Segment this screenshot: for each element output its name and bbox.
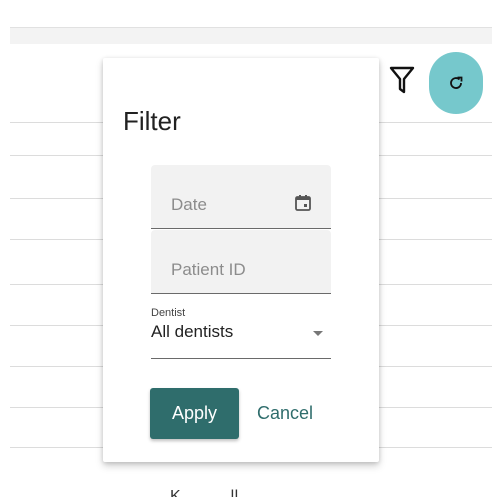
dentist-label: Dentist <box>151 307 186 319</box>
funnel-icon <box>389 66 415 94</box>
top-band <box>10 27 492 44</box>
refresh-button[interactable] <box>429 52 483 114</box>
refresh-icon <box>450 76 463 89</box>
filter-toggle-button[interactable] <box>384 62 420 98</box>
patient-id-field[interactable]: Patient ID <box>151 230 331 294</box>
filter-dialog: Filter Date Patient ID Dentist All denti… <box>103 58 379 462</box>
apply-button[interactable]: Apply <box>150 388 239 439</box>
page: K .. .. .. ll .. . Filter Date Patient I… <box>0 0 492 497</box>
dialog-title: Filter <box>123 106 181 136</box>
patient-id-placeholder: Patient ID <box>171 260 246 279</box>
cancel-button[interactable]: Cancel <box>250 388 320 439</box>
chevron-down-icon <box>313 331 323 336</box>
calendar-icon[interactable] <box>293 193 313 213</box>
dentist-select[interactable]: Dentist All dentists <box>151 295 331 359</box>
background-row-text: K .. .. .. ll .. . <box>170 488 264 497</box>
date-field[interactable]: Date <box>151 165 331 229</box>
date-placeholder: Date <box>171 195 207 214</box>
dentist-value: All dentists <box>151 322 234 341</box>
